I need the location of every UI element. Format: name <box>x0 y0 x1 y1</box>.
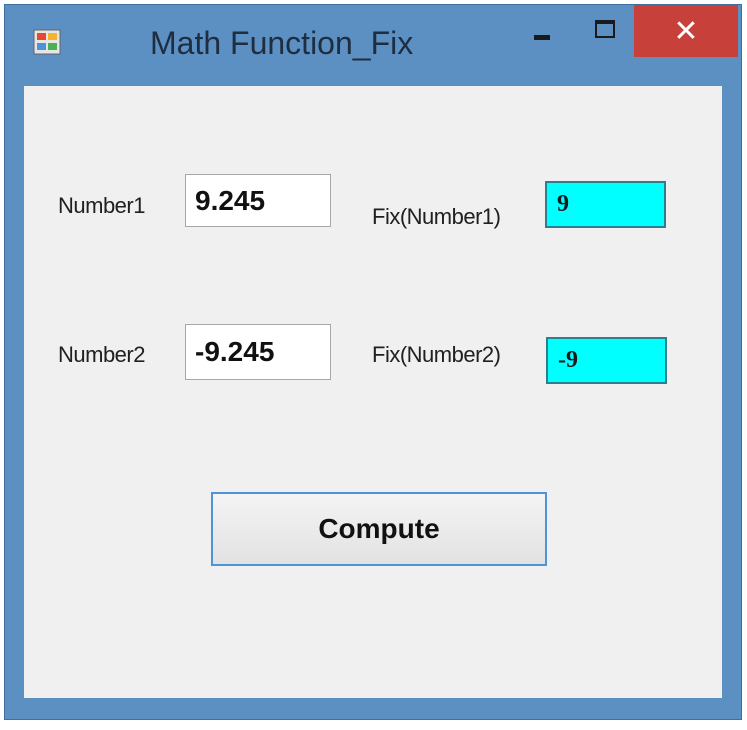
fix-number2-label: Fix(Number2) <box>372 342 501 367</box>
fix-number2-output: -9 <box>546 337 667 384</box>
minimize-icon <box>534 34 550 40</box>
maximize-button[interactable] <box>581 10 629 54</box>
fix-number1-output: 9 <box>545 181 666 228</box>
fix-number1-label: Fix(Number1) <box>372 204 501 229</box>
close-button[interactable]: ✕ <box>634 5 738 57</box>
title-bar[interactable]: Math Function_Fix ✕ <box>5 5 741 85</box>
application-window: Math Function_Fix ✕ Number1 9.245 Fix(Nu… <box>4 4 742 720</box>
number1-textbox[interactable]: 9.245 <box>185 174 331 227</box>
compute-button[interactable]: Compute <box>211 492 547 566</box>
number2-label: Number2 <box>58 342 145 367</box>
windows-form-icon <box>33 29 61 55</box>
number2-textbox[interactable]: -9.245 <box>185 324 331 380</box>
minimize-button[interactable] <box>518 10 566 54</box>
close-icon: ✕ <box>673 13 699 49</box>
maximize-icon <box>595 20 615 38</box>
number1-label: Number1 <box>58 193 145 218</box>
window-title: Math Function_Fix <box>150 25 414 61</box>
form-client-area: Number1 9.245 Fix(Number1) 9 Number2 -9.… <box>24 86 722 698</box>
